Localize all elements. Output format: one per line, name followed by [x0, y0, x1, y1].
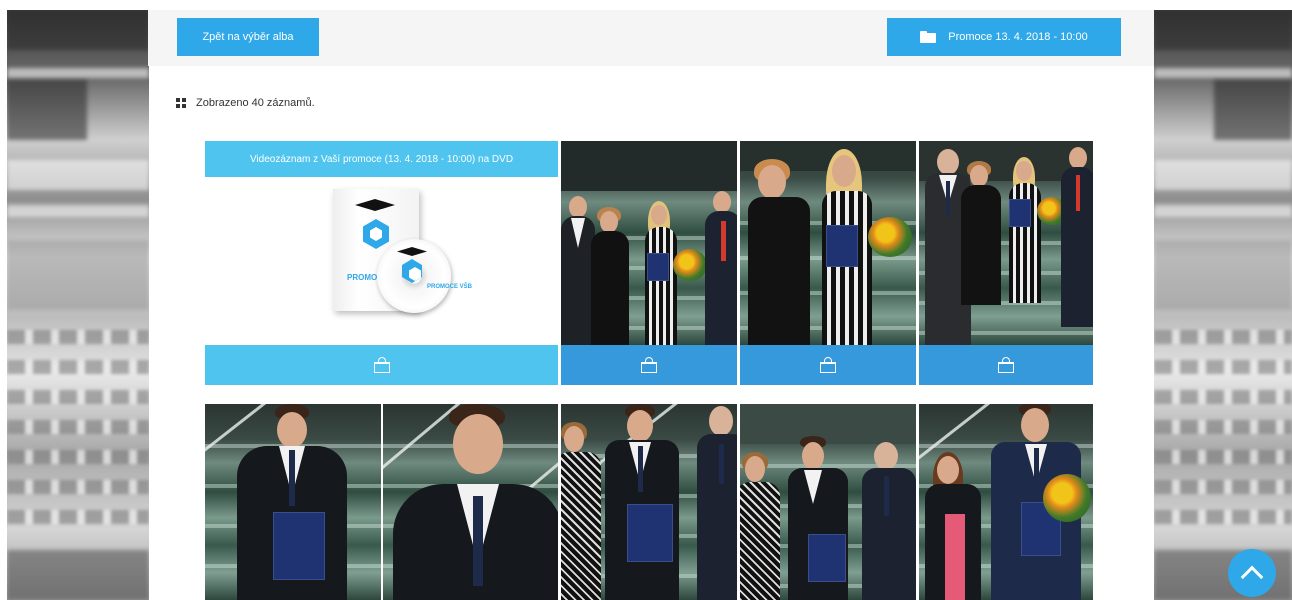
- photo-tile[interactable]: [561, 404, 737, 600]
- folder-icon: [920, 31, 937, 43]
- add-to-cart-button[interactable]: [919, 345, 1093, 385]
- photo-tile[interactable]: [740, 141, 916, 345]
- photo-tile[interactable]: [205, 404, 381, 600]
- dvd-product-title: Videozáznam z Vaší promoce (13. 4. 2018 …: [249, 153, 514, 165]
- back-to-albums-button[interactable]: Zpět na výběr alba: [177, 18, 319, 56]
- shopping-bag-icon: [819, 357, 837, 373]
- background-left: [7, 10, 149, 600]
- add-to-cart-button[interactable]: [740, 345, 916, 385]
- record-count-text: Zobrazeno 40 záznamů.: [196, 97, 315, 109]
- page: Zpět na výběr alba Promoce 13. 4. 2018 -…: [0, 0, 1292, 600]
- add-to-cart-button[interactable]: [561, 345, 737, 385]
- shopping-bag-icon: [373, 357, 391, 373]
- chevron-up-icon: [1240, 565, 1264, 589]
- photo-tile[interactable]: [561, 141, 737, 345]
- event-album-label: Promoce 13. 4. 2018 - 10:00: [948, 31, 1088, 43]
- dvd-disc-text: PROMOCE VŠB: [427, 284, 473, 290]
- record-count: Zobrazeno 40 záznamů.: [176, 95, 315, 111]
- dvd-disc-image: [377, 239, 451, 313]
- photo-tile[interactable]: [919, 141, 1093, 345]
- scroll-to-top-button[interactable]: [1228, 549, 1276, 597]
- grid-icon: [176, 98, 186, 108]
- photo-tile[interactable]: [740, 404, 916, 600]
- add-to-cart-button-dvd[interactable]: [205, 345, 558, 385]
- photo-tile[interactable]: [383, 404, 558, 600]
- photo-tile[interactable]: [919, 404, 1093, 600]
- shopping-bag-icon: [997, 357, 1015, 373]
- event-album-button[interactable]: Promoce 13. 4. 2018 - 10:00: [887, 18, 1121, 56]
- background-right: [1154, 10, 1292, 600]
- shopping-bag-icon: [640, 357, 658, 373]
- back-to-albums-label: Zpět na výběr alba: [202, 31, 294, 43]
- dvd-product-banner: Videozáznam z Vaší promoce (13. 4. 2018 …: [205, 141, 558, 177]
